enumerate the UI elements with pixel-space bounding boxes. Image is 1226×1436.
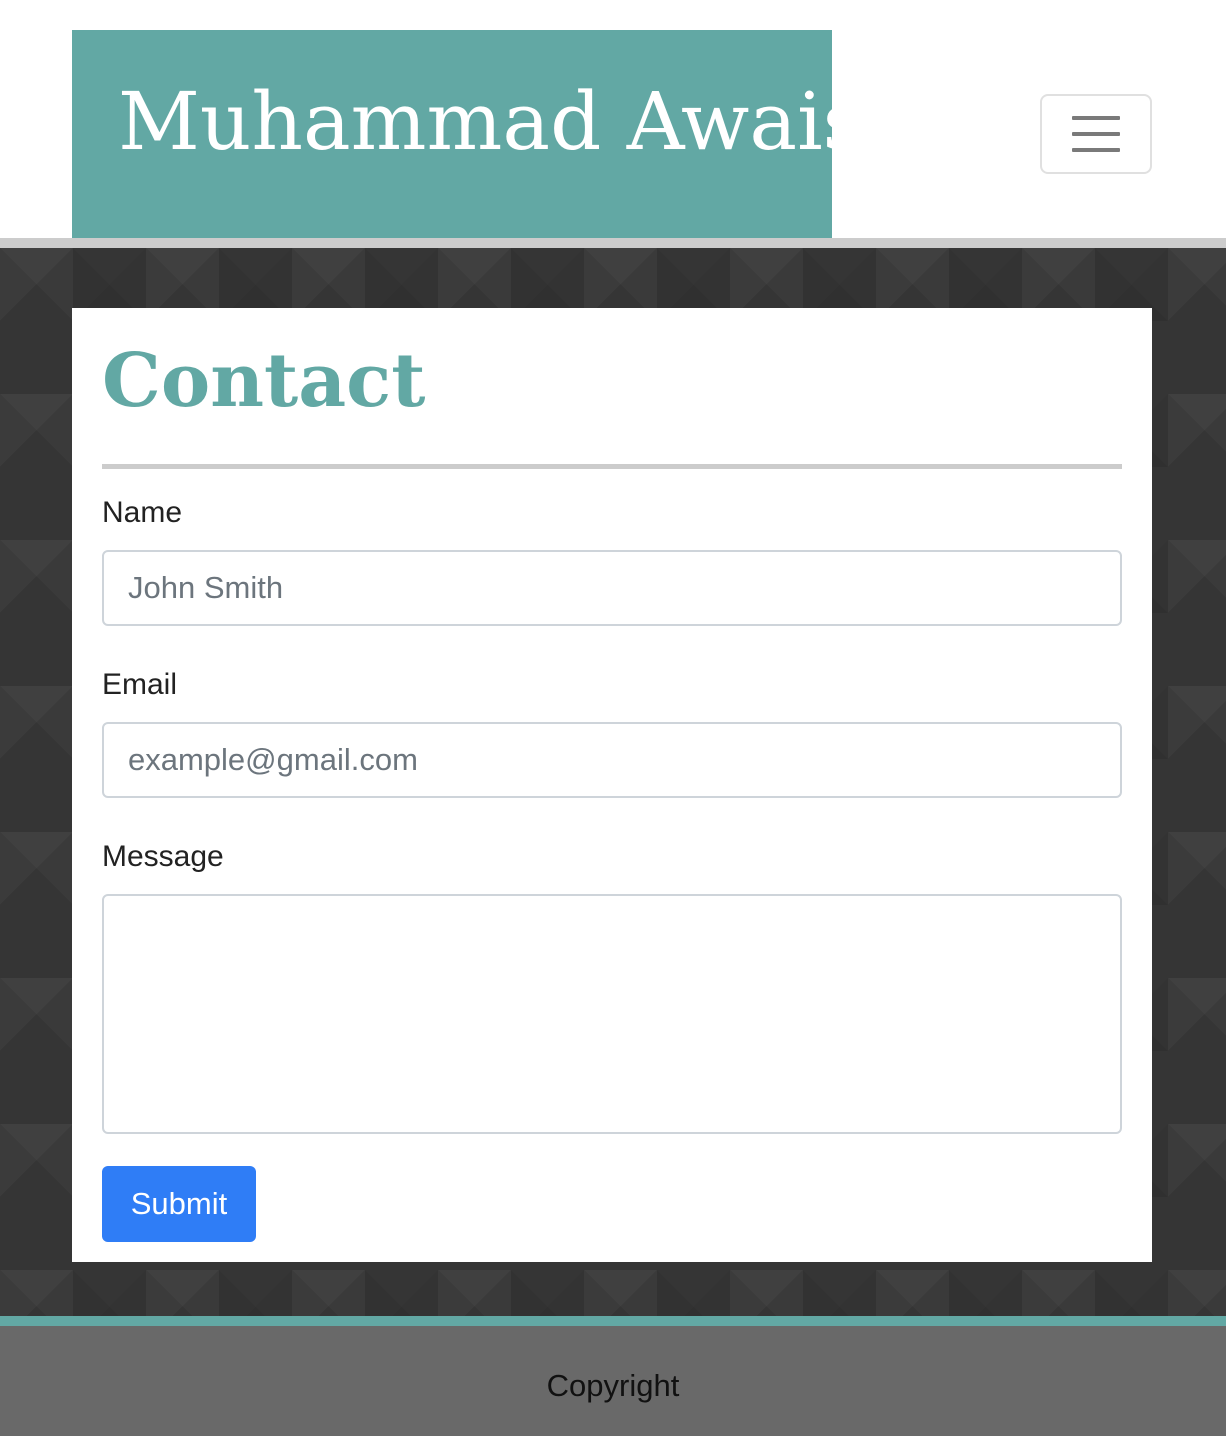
message-textarea[interactable] [102, 894, 1122, 1134]
site-footer: Copyright [0, 1316, 1226, 1436]
main-content: Contact Name Email Message Submit [0, 238, 1226, 1316]
site-header: Muhammad Awais [0, 0, 1226, 238]
hamburger-menu-icon-bar [1072, 132, 1120, 136]
copyright-text: Copyright [546, 1368, 680, 1403]
message-label: Message [102, 840, 224, 873]
site-brand[interactable]: Muhammad Awais [72, 30, 832, 238]
contact-card: Contact Name Email Message Submit [72, 308, 1152, 1262]
submit-button[interactable]: Submit [102, 1166, 256, 1242]
name-input[interactable] [102, 550, 1122, 626]
navbar-toggle-button[interactable] [1040, 94, 1152, 174]
name-label: Name [102, 496, 183, 529]
hamburger-menu-icon [1072, 116, 1120, 120]
email-input[interactable] [102, 722, 1122, 798]
email-label: Email [102, 668, 178, 701]
page-title: Contact [102, 338, 426, 424]
title-divider [102, 464, 1122, 469]
hamburger-menu-icon-bar [1072, 148, 1120, 152]
